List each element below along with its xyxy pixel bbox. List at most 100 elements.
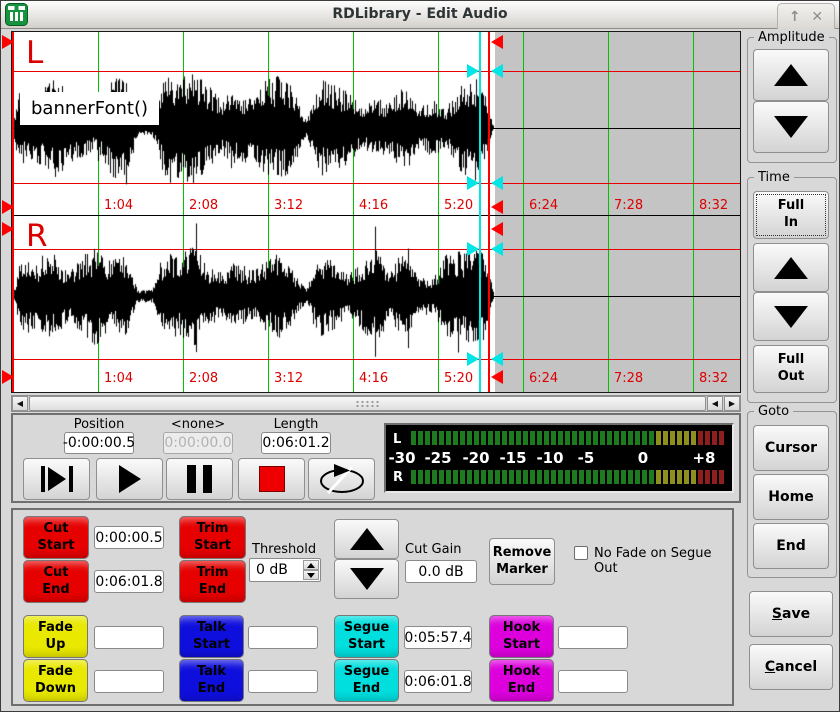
segue-marker-triangle[interactable] [491, 176, 503, 190]
waveform-canvas[interactable] [12, 215, 740, 392]
segue-start-marker-line[interactable] [479, 32, 481, 392]
meter-segment [495, 431, 500, 445]
fade-down-field[interactable] [94, 670, 164, 693]
segue-marker-triangle[interactable] [467, 64, 479, 78]
cancel-button[interactable]: Cancel [749, 644, 833, 690]
meter-segment [614, 431, 619, 445]
no-fade-checkbox[interactable] [574, 546, 588, 560]
meter-scale-label: 0 [638, 449, 648, 467]
cut-start-field[interactable]: 0:00:00.5 [94, 526, 164, 549]
cut-end-marker-triangle[interactable] [491, 370, 503, 384]
close-icon[interactable]: ✕ [811, 10, 823, 24]
remove-marker-button[interactable]: Remove Marker [489, 538, 555, 585]
cut-end-button[interactable]: Cut End [23, 560, 89, 603]
scrollbar-thumb[interactable] [29, 396, 706, 411]
goto-end-button[interactable]: End [753, 523, 829, 569]
save-button[interactable]: Save [749, 591, 833, 637]
hook-end-field[interactable] [558, 670, 628, 693]
transport-panel: Position -0:00:00.5 <none> 0:00:00.0 Len… [11, 413, 741, 503]
talk-start-field[interactable] [248, 626, 318, 649]
segue-marker-triangle[interactable] [467, 352, 479, 366]
trim-start-button[interactable]: Trim Start [179, 516, 246, 559]
cut-end-marker-triangle[interactable] [491, 35, 503, 49]
segue-start-button[interactable]: Segue Start [334, 615, 399, 658]
meter-segment [719, 470, 724, 484]
goto-cursor-button[interactable]: Cursor [753, 425, 829, 471]
title-bar[interactable]: RDLibrary - Edit Audio ↑ ✕ [1, 1, 839, 29]
meter-segment [586, 470, 591, 484]
meter-segment [635, 470, 640, 484]
cut-start-marker-triangle[interactable] [2, 222, 14, 236]
segue-end-button[interactable]: Segue End [334, 659, 399, 702]
waveform-display[interactable]: L R bannerFont() 1:042:083:124:165:206:2… [12, 32, 740, 392]
up-arrow-icon [774, 257, 808, 279]
zoom-full-out-button[interactable]: Full Out [753, 345, 829, 393]
meter-segment [698, 470, 703, 484]
meter-segment [432, 431, 437, 445]
cut-start-marker-triangle[interactable] [2, 35, 14, 49]
segue-marker-triangle[interactable] [491, 64, 503, 78]
scroll-left-icon[interactable]: ◀ [707, 396, 723, 411]
meter-segment [537, 470, 542, 484]
segue-marker-triangle[interactable] [491, 242, 503, 256]
cut-end-field[interactable]: 0:06:01.8 [94, 570, 164, 593]
length-field[interactable]: 0:06:01.2 [261, 432, 331, 454]
meter-segment [453, 470, 458, 484]
talk-end-button[interactable]: Talk End [179, 659, 244, 702]
meter-segment [586, 431, 591, 445]
pause-button[interactable] [166, 458, 233, 500]
play-from-cursor-button[interactable] [23, 458, 90, 500]
segue-marker-triangle[interactable] [467, 176, 479, 190]
gain-down-button[interactable] [334, 559, 399, 599]
gain-up-button[interactable] [334, 519, 399, 559]
length-label: Length [261, 417, 331, 432]
threshold-up-icon[interactable] [303, 560, 319, 570]
fade-down-button[interactable]: Fade Down [23, 659, 88, 702]
segue-marker-triangle[interactable] [467, 242, 479, 256]
cut-gain-field[interactable]: 0.0 dB [405, 560, 477, 583]
hook-start-button[interactable]: Hook Start [489, 615, 554, 658]
amplitude-down-button[interactable] [753, 101, 829, 153]
segue-marker-triangle[interactable] [491, 352, 503, 366]
meter-segment [432, 470, 437, 484]
talk-start-button[interactable]: Talk Start [179, 615, 244, 658]
cut-start-button[interactable]: Cut Start [23, 516, 89, 559]
threshold-down-icon[interactable] [303, 570, 319, 580]
stop-icon [259, 466, 285, 492]
scroll-left-icon[interactable]: ◀ [12, 396, 28, 411]
cut-end-marker-line[interactable] [488, 32, 490, 392]
time-tick-label: 5:20 [444, 371, 473, 386]
segue-end-field[interactable]: 0:06:01.8 [404, 670, 472, 693]
meter-scale-label: -5 [578, 449, 595, 467]
down-arrow-icon [350, 568, 384, 590]
play-button[interactable] [96, 458, 163, 500]
cut-end-marker-triangle[interactable] [491, 222, 503, 236]
cut-start-marker-triangle[interactable] [2, 200, 14, 214]
segue-start-field[interactable]: 0:05:57.4 [404, 626, 472, 649]
zoom-out-button[interactable] [753, 292, 829, 341]
goto-home-button[interactable]: Home [753, 474, 829, 520]
cut-end-marker-triangle[interactable] [491, 200, 503, 214]
hook-start-field[interactable] [558, 626, 628, 649]
talk-end-field[interactable] [248, 670, 318, 693]
stop-button[interactable] [238, 458, 305, 500]
meter-segment [467, 470, 472, 484]
cut-start-marker-triangle[interactable] [2, 370, 14, 384]
banner-font-overlay: bannerFont() [20, 92, 159, 125]
meter-segment [621, 470, 626, 484]
fade-up-button[interactable]: Fade Up [23, 615, 88, 658]
amplitude-up-button[interactable] [753, 49, 829, 101]
meter-segment [425, 470, 430, 484]
zoom-in-button[interactable] [753, 243, 829, 292]
fade-up-field[interactable] [94, 626, 164, 649]
meter-segment [712, 431, 717, 445]
shade-icon[interactable]: ↑ [789, 10, 801, 24]
trim-end-button[interactable]: Trim End [179, 560, 246, 603]
waveform-scrollbar[interactable]: ◀ ◀ ▶ [11, 395, 741, 412]
threshold-spinbox[interactable]: 0 dB [249, 558, 321, 582]
position-field[interactable]: -0:00:00.5 [64, 432, 134, 454]
zoom-full-in-button[interactable]: Full In [753, 191, 829, 239]
scroll-right-icon[interactable]: ▶ [724, 396, 740, 411]
hook-end-button[interactable]: Hook End [489, 659, 554, 702]
loop-button[interactable] [308, 458, 375, 500]
